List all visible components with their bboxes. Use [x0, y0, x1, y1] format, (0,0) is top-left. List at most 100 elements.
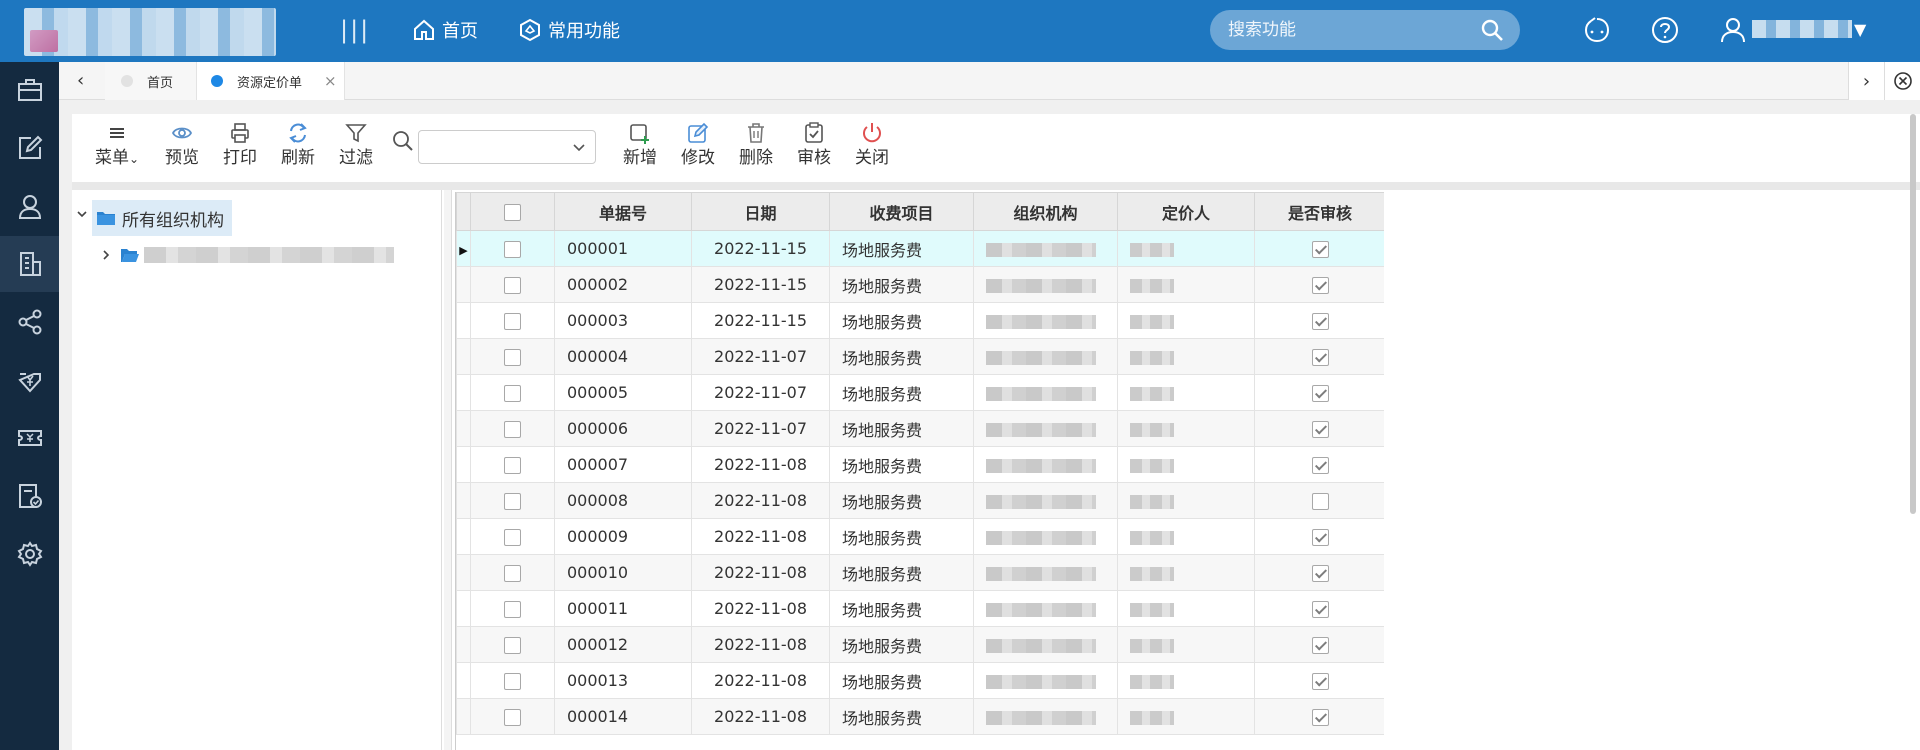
sidebar-item-edit[interactable] [0, 120, 59, 176]
close-all-tabs-icon[interactable] [1884, 62, 1920, 100]
sidebar-item-ticket[interactable] [0, 410, 59, 466]
table-row[interactable]: 000013 2022-11-08 场地服务费 [456, 662, 1384, 699]
row-checkbox-cell[interactable] [470, 698, 555, 735]
row-checkbox[interactable] [504, 601, 521, 618]
table-row[interactable]: ▶ 000001 2022-11-15 场地服务费 [456, 230, 1384, 267]
table-row[interactable]: 000006 2022-11-07 场地服务费 [456, 410, 1384, 447]
chevron-left-icon[interactable]: ‹ [77, 70, 84, 91]
row-checkbox[interactable] [504, 493, 521, 510]
row-checkbox-cell[interactable] [470, 338, 555, 375]
row-checkbox-cell[interactable] [470, 518, 555, 555]
cell-date: 2022-11-08 [691, 482, 830, 519]
nav-home[interactable]: 首页 [412, 14, 478, 46]
select-all-checkbox[interactable] [504, 204, 521, 221]
sidebar-item-building[interactable] [0, 236, 59, 292]
row-checkbox-cell[interactable] [470, 374, 555, 411]
row-checkbox-cell[interactable] [470, 590, 555, 627]
edit-button[interactable]: 修改 [672, 122, 724, 178]
table-row[interactable]: 000002 2022-11-15 场地服务费 [456, 266, 1384, 303]
tab-resource-pricing[interactable]: 资源定价单 × [197, 62, 345, 100]
table-row[interactable]: 000008 2022-11-08 场地服务费 [456, 482, 1384, 519]
row-checkbox[interactable] [504, 565, 521, 582]
refresh-button[interactable]: 刷新 [272, 122, 324, 178]
col-header-audited[interactable]: 是否审核 [1254, 192, 1384, 231]
row-checkbox[interactable] [504, 277, 521, 294]
function-search-input[interactable] [1228, 10, 1478, 50]
tree-child-node[interactable] [100, 242, 394, 268]
row-checkbox[interactable] [504, 385, 521, 402]
cell-item: 场地服务费 [829, 698, 974, 735]
row-checkbox-cell[interactable] [470, 266, 555, 303]
col-header-date[interactable]: 日期 [691, 192, 830, 231]
row-checkbox[interactable] [504, 421, 521, 438]
col-header-pricer[interactable]: 定价人 [1117, 192, 1255, 231]
building-icon [19, 252, 41, 276]
row-checkbox[interactable] [504, 241, 521, 258]
row-checkbox-cell[interactable] [470, 410, 555, 447]
row-checkbox[interactable] [504, 673, 521, 690]
row-checkbox[interactable] [504, 313, 521, 330]
print-button[interactable]: 打印 [214, 122, 266, 178]
col-header-no[interactable]: 单据号 [554, 192, 692, 231]
tab-home[interactable]: 首页 [105, 62, 197, 100]
row-checkbox-cell[interactable] [470, 626, 555, 663]
panel-splitter[interactable] [444, 190, 452, 750]
table-row[interactable]: 000004 2022-11-07 场地服务费 [456, 338, 1384, 375]
col-header-item[interactable]: 收费项目 [829, 192, 974, 231]
select-all-checkbox-cell[interactable] [470, 192, 555, 231]
add-button[interactable]: 新增 [614, 122, 666, 178]
table-row[interactable]: 000003 2022-11-15 场地服务费 [456, 302, 1384, 339]
caret-down-icon[interactable]: ▼ [1854, 20, 1866, 39]
row-checkbox-cell[interactable] [470, 446, 555, 483]
sidebar-item-document-check[interactable] [0, 468, 59, 524]
nav-common-functions[interactable]: 常用功能 [518, 14, 620, 46]
table-row[interactable]: 000014 2022-11-08 场地服务费 [456, 698, 1384, 735]
chevron-down-icon[interactable] [76, 208, 88, 220]
help-icon[interactable] [1650, 15, 1680, 45]
tab-close-icon[interactable]: × [324, 72, 337, 90]
tree-root-node[interactable]: 所有组织机构 [92, 200, 232, 236]
search-dropdown[interactable] [418, 130, 596, 164]
sidebar-item-download[interactable] [0, 352, 59, 408]
sidebar-item-briefcase[interactable] [0, 62, 59, 118]
row-checkbox[interactable] [504, 709, 521, 726]
gear-icon [17, 541, 42, 567]
table-row[interactable]: 000011 2022-11-08 场地服务费 [456, 590, 1384, 627]
delete-button[interactable]: 删除 [730, 122, 782, 178]
search-icon[interactable] [392, 130, 414, 152]
col-header-org[interactable]: 组织机构 [973, 192, 1118, 231]
chevron-right-icon[interactable] [100, 249, 112, 261]
row-checkbox-cell[interactable] [470, 302, 555, 339]
preview-button[interactable]: 预览 [156, 122, 208, 178]
table-row[interactable]: 000012 2022-11-08 场地服务费 [456, 626, 1384, 663]
audit-button[interactable]: 审核 [788, 122, 840, 178]
table-row[interactable]: 000007 2022-11-08 场地服务费 [456, 446, 1384, 483]
row-checkbox-cell[interactable] [470, 230, 555, 267]
pricer-redacted [1130, 566, 1174, 581]
table-row[interactable]: 000005 2022-11-07 场地服务费 [456, 374, 1384, 411]
vertical-scrollbar[interactable] [1910, 114, 1916, 514]
sidebar-item-settings[interactable] [0, 526, 59, 582]
row-checkbox[interactable] [504, 349, 521, 366]
chat-icon[interactable] [1582, 15, 1612, 45]
org-redacted [986, 638, 1096, 653]
filter-button[interactable]: 过滤 [330, 122, 382, 178]
sidebar-item-share[interactable] [0, 294, 59, 350]
table-row[interactable]: 000009 2022-11-08 场地服务费 [456, 518, 1384, 555]
row-checkbox-cell[interactable] [470, 554, 555, 591]
table-row[interactable]: 000010 2022-11-08 场地服务费 [456, 554, 1384, 591]
menu-button[interactable]: 菜单⌄ [88, 122, 146, 178]
search-icon[interactable] [1480, 18, 1504, 42]
row-checkbox-cell[interactable] [470, 482, 555, 519]
row-checkbox[interactable] [504, 529, 521, 546]
user-name-redacted[interactable] [1752, 20, 1852, 38]
user-icon[interactable] [1718, 15, 1748, 45]
sidebar-item-user[interactable] [0, 178, 59, 234]
app-logo[interactable] [24, 8, 276, 56]
cell-audited [1254, 266, 1384, 303]
close-button[interactable]: 关闭 [846, 122, 898, 178]
row-checkbox[interactable] [504, 637, 521, 654]
chevron-right-icon[interactable]: › [1848, 62, 1884, 100]
row-checkbox-cell[interactable] [470, 662, 555, 699]
row-checkbox[interactable] [504, 457, 521, 474]
